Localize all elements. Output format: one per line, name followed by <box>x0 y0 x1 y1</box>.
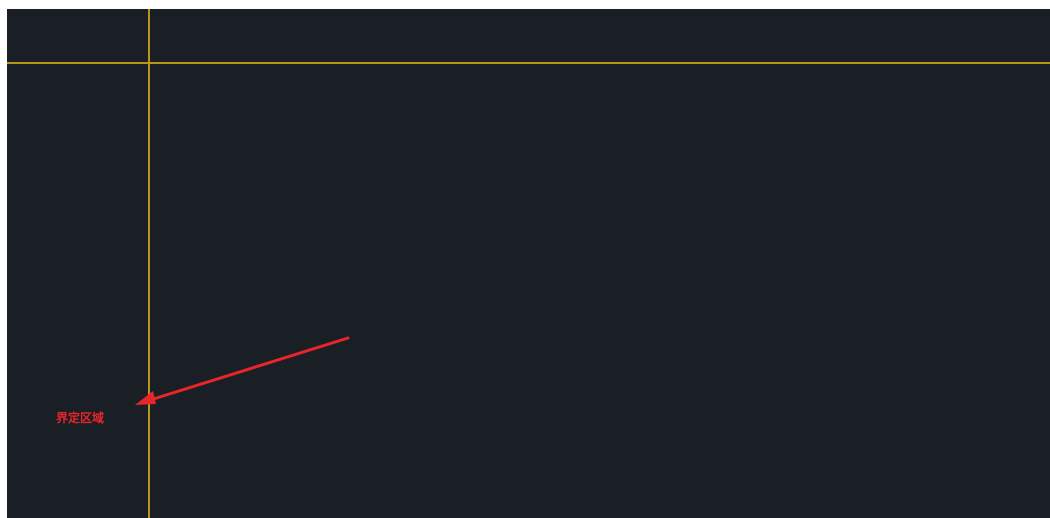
drawing-canvas[interactable]: 界定区域 <box>7 9 1050 518</box>
annotation-label: 界定区域 <box>56 411 105 425</box>
annotation-arrow-icon <box>135 336 350 405</box>
